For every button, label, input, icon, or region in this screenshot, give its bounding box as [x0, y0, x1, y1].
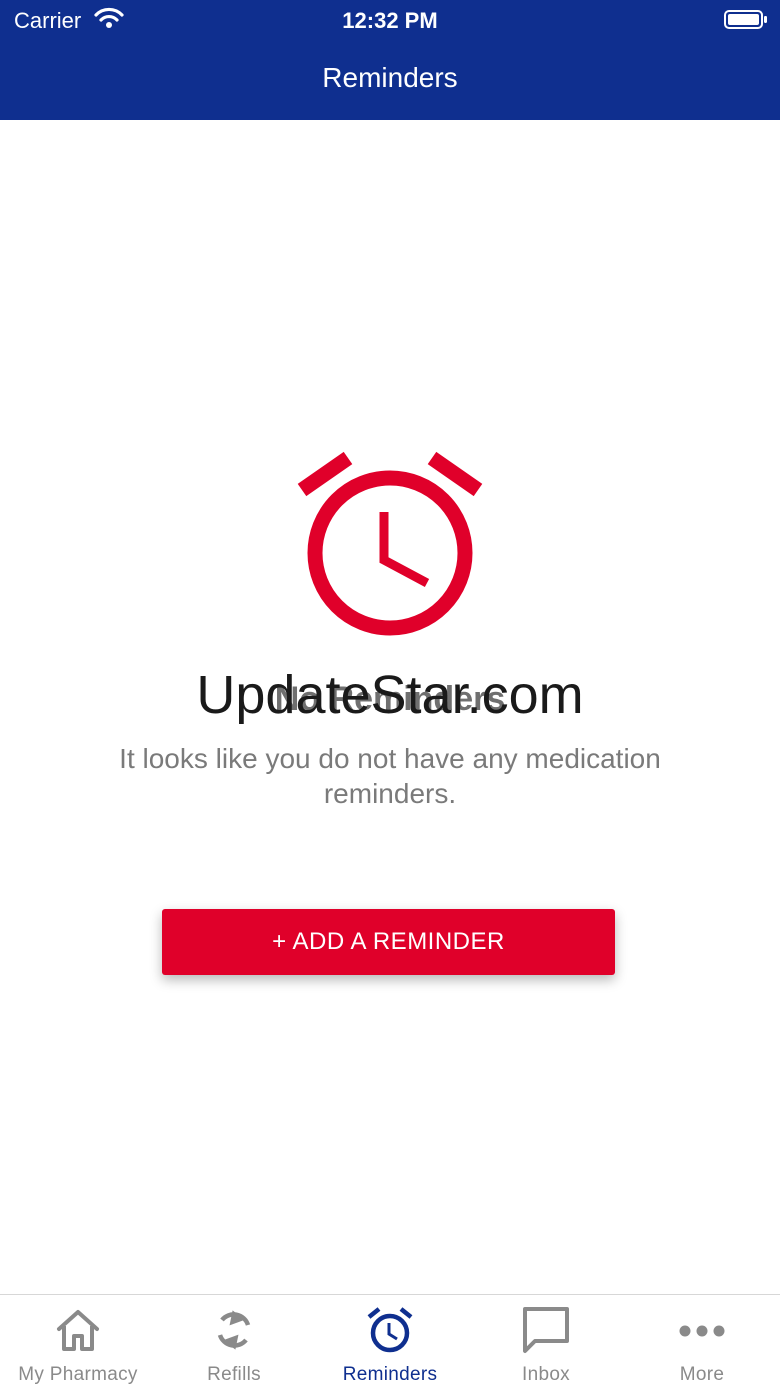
chat-bubble-icon [521, 1305, 571, 1355]
tab-label: More [679, 1364, 725, 1385]
alarm-clock-icon [365, 1305, 415, 1355]
status-time: 12:32 PM [342, 8, 438, 33]
tab-label: Refills [207, 1364, 261, 1385]
tab-refills[interactable]: Refills [156, 1295, 312, 1388]
tab-label: Inbox [522, 1364, 570, 1385]
page-title: Reminders [322, 62, 458, 93]
battery-icon [724, 9, 768, 36]
alarm-clock-icon [296, 450, 484, 645]
tab-inbox[interactable]: Inbox [468, 1295, 624, 1388]
home-icon [53, 1305, 103, 1355]
tab-label: Reminders [342, 1364, 438, 1385]
tab-my-pharmacy[interactable]: My Pharmacy [0, 1295, 156, 1388]
tab-more[interactable]: More [624, 1295, 780, 1388]
status-bar: Carrier 12:32 PM [0, 0, 780, 40]
empty-state-description: It looks like you do not have any medica… [119, 743, 661, 809]
tab-reminders[interactable]: Reminders [312, 1295, 468, 1388]
tab-label: My Pharmacy [18, 1364, 138, 1385]
refresh-icon [209, 1305, 259, 1355]
more-dots-icon [677, 1305, 727, 1355]
watermark-text: UpdateStar.com [196, 665, 584, 725]
tab-bar: My Pharmacy Refills Reminders Inbox More [0, 1294, 780, 1388]
add-reminder-button[interactable]: + ADD A REMINDER [162, 909, 615, 975]
app-header: Carrier 12:32 PM Reminders [0, 0, 780, 120]
